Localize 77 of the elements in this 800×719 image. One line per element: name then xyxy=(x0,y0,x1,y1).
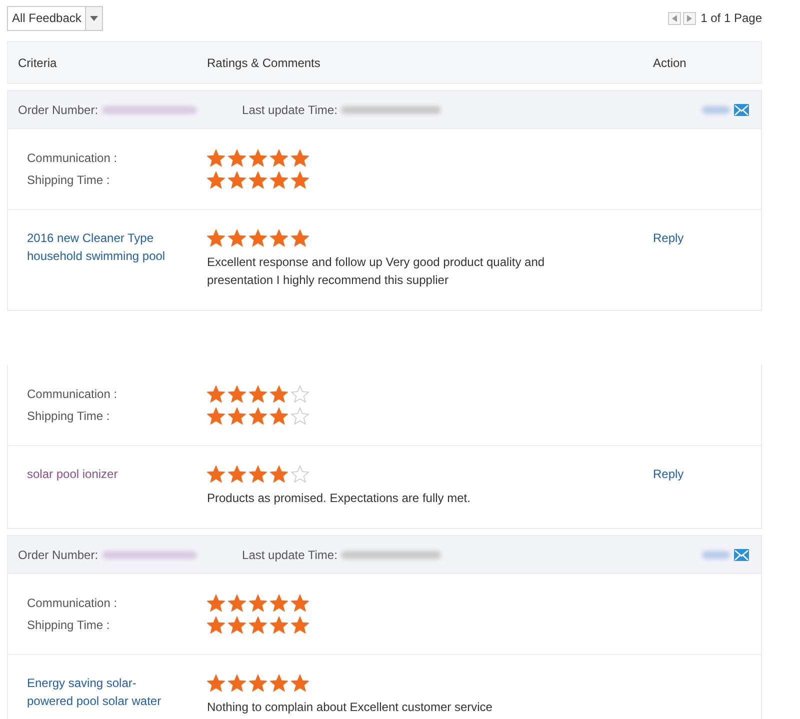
rating-label: Communication : xyxy=(27,596,118,610)
star-icon xyxy=(228,674,246,692)
star-icon xyxy=(207,229,225,247)
star-icon xyxy=(207,171,225,189)
star-icon xyxy=(270,594,288,612)
star-icon xyxy=(207,616,225,634)
star-icon xyxy=(270,407,288,425)
product-link[interactable]: 2016 new Cleaner Type household swimming pool xyxy=(27,229,177,265)
star-icon xyxy=(249,674,267,692)
product-link[interactable]: solar pool ionizer xyxy=(27,465,177,483)
rating-label: Shipping Time : xyxy=(27,409,111,423)
star-icon xyxy=(270,149,288,167)
star-icon xyxy=(249,616,267,634)
star-icon xyxy=(228,171,246,189)
star-icon xyxy=(291,594,309,612)
order-number-label: Order Number: xyxy=(18,548,98,562)
feedback-filter-dropdown[interactable]: All Feedback xyxy=(7,6,104,30)
star-icon xyxy=(291,616,309,634)
star-icon xyxy=(249,149,267,167)
star-icon xyxy=(249,594,267,612)
star-icon xyxy=(207,407,225,425)
rating-label: Shipping Time : xyxy=(27,173,111,187)
star-icon xyxy=(270,171,288,189)
rating-label: Communication : xyxy=(27,151,118,165)
star-icon xyxy=(291,407,309,425)
star-icon xyxy=(270,616,288,634)
star-icon xyxy=(249,229,267,247)
star-icon xyxy=(270,465,288,483)
star-icon xyxy=(228,407,246,425)
star-icon xyxy=(228,149,246,167)
right-triangle-icon xyxy=(686,14,692,22)
page-count: 1 of 1 Page xyxy=(700,11,762,25)
blurred-redaction xyxy=(702,550,730,558)
column-header: Ratings & Comments xyxy=(207,56,322,70)
blurred-redaction xyxy=(702,106,730,114)
star-icon xyxy=(270,229,288,247)
caret-icon xyxy=(90,16,98,20)
previous-page-button[interactable] xyxy=(668,12,681,24)
left-triangle-icon xyxy=(672,14,677,22)
star-icon xyxy=(249,465,267,483)
star-icon xyxy=(228,229,246,247)
star-icon xyxy=(228,594,246,612)
next-page-button[interactable] xyxy=(682,12,696,24)
last-update-label: Last update Time: xyxy=(242,102,338,116)
star-icon xyxy=(228,616,246,634)
column-header: Criteria xyxy=(17,56,58,70)
star-icon xyxy=(291,171,309,189)
column-header: Action xyxy=(653,56,688,70)
feedback-comment: Excellent response and follow up Very good product quality and presentation I highly recommend this supplier xyxy=(207,254,546,289)
star-icon xyxy=(291,385,309,403)
feedback-comment: Nothing to complain about Excellent customer service xyxy=(207,699,494,716)
star-icon xyxy=(249,407,267,425)
reply-link[interactable]: Reply xyxy=(653,467,684,481)
product-link[interactable]: Energy saving solar-powered pool solar water xyxy=(27,674,177,710)
star-icon xyxy=(207,674,225,692)
mail-icon[interactable] xyxy=(734,104,749,116)
star-icon xyxy=(249,171,267,189)
star-icon xyxy=(291,674,309,692)
rating-label: Shipping Time : xyxy=(27,618,111,632)
rating-label: Communication : xyxy=(27,387,118,401)
star-icon xyxy=(249,385,267,403)
last-update-label: Last update Time: xyxy=(242,548,338,562)
star-icon xyxy=(228,465,246,483)
star-icon xyxy=(228,385,246,403)
star-icon xyxy=(207,594,225,612)
star-icon xyxy=(291,465,309,483)
mail-icon[interactable] xyxy=(734,548,749,560)
order-number-label: Order Number: xyxy=(18,102,98,116)
star-icon xyxy=(207,465,225,483)
star-icon xyxy=(291,149,309,167)
star-icon xyxy=(291,229,309,247)
star-icon xyxy=(207,385,225,403)
star-icon xyxy=(207,149,225,167)
star-icon xyxy=(270,674,288,692)
feedback-comment: Products as promised. Expectations are fully met. xyxy=(207,490,472,507)
star-icon xyxy=(270,385,288,403)
reply-link[interactable]: Reply xyxy=(653,231,684,245)
